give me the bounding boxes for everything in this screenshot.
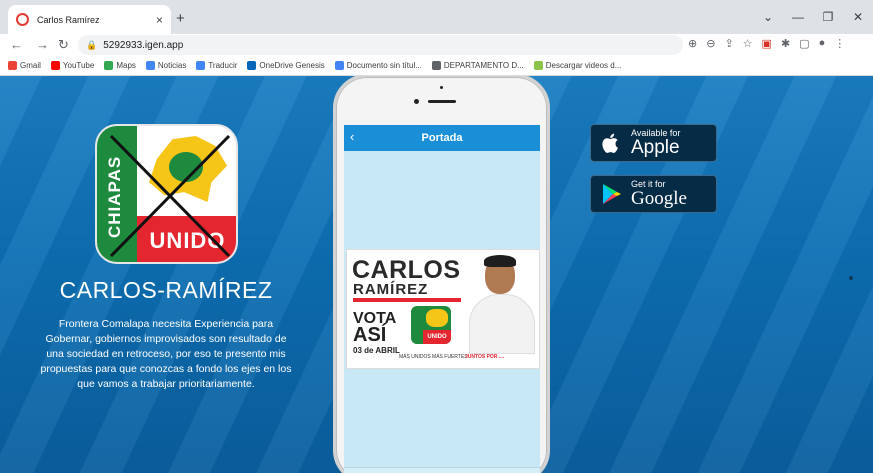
landing-page: CHIAPAS UNIDO CARLOS-RAMÍREZ Frontera Co… [0,76,873,473]
banner-tagline: MÁS UNIDOS MÁS FUERTES [399,354,468,360]
onedrive-icon [247,61,257,70]
banner-footer: JUNTOS POR .... [465,354,505,360]
bookmark-item[interactable]: Documento sin títul... [334,61,422,70]
toolbar-icons: ⊕ ⊖ ⇪ ☆ ▣ ✱ ▢ ● ⋮ [688,37,845,50]
app-bottom-bar [344,467,540,473]
bookmark-label: Noticias [157,61,187,70]
bookmark-item[interactable]: Noticias [145,61,187,70]
globe-icon [431,61,441,70]
docs-icon [334,61,344,70]
candidate-shirt [469,294,535,354]
carousel-dot[interactable] [849,276,853,280]
tab-title: Carlos Ramírez [37,14,100,25]
address-bar[interactable]: 🔒 5292933.igen.app [78,35,683,55]
browser-tab[interactable]: Carlos Ramírez × [8,5,171,34]
candidate-description: Frontera Comalapa necesita Experiencia p… [40,318,292,390]
forward-arrow-icon[interactable]: → [36,37,49,52]
party-logo: CHIAPAS UNIDO [95,124,238,264]
lock-icon[interactable]: 🔒 [86,40,97,51]
install-app-icon[interactable]: ⊕ [688,37,697,50]
tab-search-chevron-icon[interactable]: ⌄ [753,10,783,24]
translate-icon [196,61,206,70]
banner-party-logo: UNIDO [411,306,451,344]
close-window-button[interactable]: ✕ [843,10,873,24]
back-chevron-icon[interactable]: ‹ [350,129,354,144]
url-text: 5292933.igen.app [103,39,184,51]
tab-close-icon[interactable]: × [156,13,163,27]
banner-red-strip [353,298,461,302]
profile-avatar-icon[interactable]: ● [819,37,826,50]
banner-logo-text: UNIDO [423,330,451,344]
bookmark-item[interactable]: Maps [104,61,136,70]
banner-last-name: RAMÍREZ [353,281,429,298]
app-header-title: Portada [421,132,463,144]
phone-speaker [428,100,456,103]
browser-toolbar: ← → ↻ 🔒 5292933.igen.app ⊕ ⊖ ⇪ ☆ ▣ ✱ ▢ ●… [0,34,873,56]
bookmark-item[interactable]: DEPARTAMENTO D... [431,61,524,70]
banner-date: 03 de ABRIL [353,346,400,355]
bookmark-item[interactable]: OneDrive Genesis [247,61,325,70]
bookmark-label: OneDrive Genesis [259,61,325,70]
bookmarks-bar: Gmail YouTube Maps Noticias Traducir OneDrive… [0,56,873,76]
site-favicon-icon [16,13,29,26]
banner-map-icon [426,309,448,327]
back-arrow-icon[interactable]: ← [10,37,23,52]
window-controls: ⌄ — ❐ ✕ [753,0,873,34]
reload-icon[interactable]: ↻ [58,37,69,53]
bookmark-item[interactable]: YouTube [50,61,95,70]
phone-mockup: ‹ Portada CARLOS RAMÍREZ VOTA ASÍ 03 de … [333,76,550,473]
apple-logo-icon [591,131,631,155]
phone-screen: ‹ Portada CARLOS RAMÍREZ VOTA ASÍ 03 de … [344,125,540,473]
side-panel-icon[interactable]: ▢ [799,37,809,50]
apple-badge-big: Apple [631,137,680,158]
phone-sensor [440,86,443,89]
youtube-icon [50,61,60,70]
app-header: ‹ Portada [344,125,540,151]
bookmark-item[interactable]: Descargar videos d... [533,61,622,70]
maps-icon [104,61,114,70]
pdf-extension-icon[interactable]: ▣ [762,37,772,50]
campaign-banner[interactable]: CARLOS RAMÍREZ VOTA ASÍ 03 de ABRIL UNID… [346,249,540,369]
candidate-photo [463,250,539,354]
bookmark-label: Gmail [20,61,41,70]
bookmark-label: Descargar videos d... [545,61,622,70]
zoom-icon[interactable]: ⊖ [706,37,715,50]
google-badge-big: Google [631,188,687,209]
gmail-icon [8,61,17,70]
banner-asi: ASÍ [353,324,387,346]
google-play-icon [591,182,631,206]
share-icon[interactable]: ⇪ [724,37,733,50]
menu-kebab-icon[interactable]: ⋮ [834,37,845,50]
candidate-hair [484,255,516,267]
news-icon [145,61,155,70]
bookmark-label: YouTube [62,61,95,70]
bookmark-label: Documento sin títul... [346,61,422,70]
bookmark-item[interactable]: Traducir [196,61,237,70]
bookmark-label: Traducir [208,61,238,70]
restore-button[interactable]: ❐ [813,10,843,24]
bookmark-label: DEPARTAMENTO D... [443,61,524,70]
bookmark-item[interactable]: Gmail [8,61,41,70]
cross-mark-icon [109,134,231,258]
candidate-name: CARLOS-RAMÍREZ [59,277,273,303]
download-icon [533,61,543,70]
new-tab-button[interactable]: + [176,10,185,27]
bookmark-label: Maps [116,61,136,70]
google-play-badge[interactable]: Get it for Google [590,175,717,213]
apple-store-badge[interactable]: Available for Apple [590,124,717,162]
minimize-button[interactable]: — [783,10,813,24]
phone-camera [414,99,419,104]
extensions-puzzle-icon[interactable]: ✱ [781,37,790,50]
bookmark-star-icon[interactable]: ☆ [743,37,753,50]
tab-strip: Carlos Ramírez × + ⌄ — ❐ ✕ [0,0,873,34]
